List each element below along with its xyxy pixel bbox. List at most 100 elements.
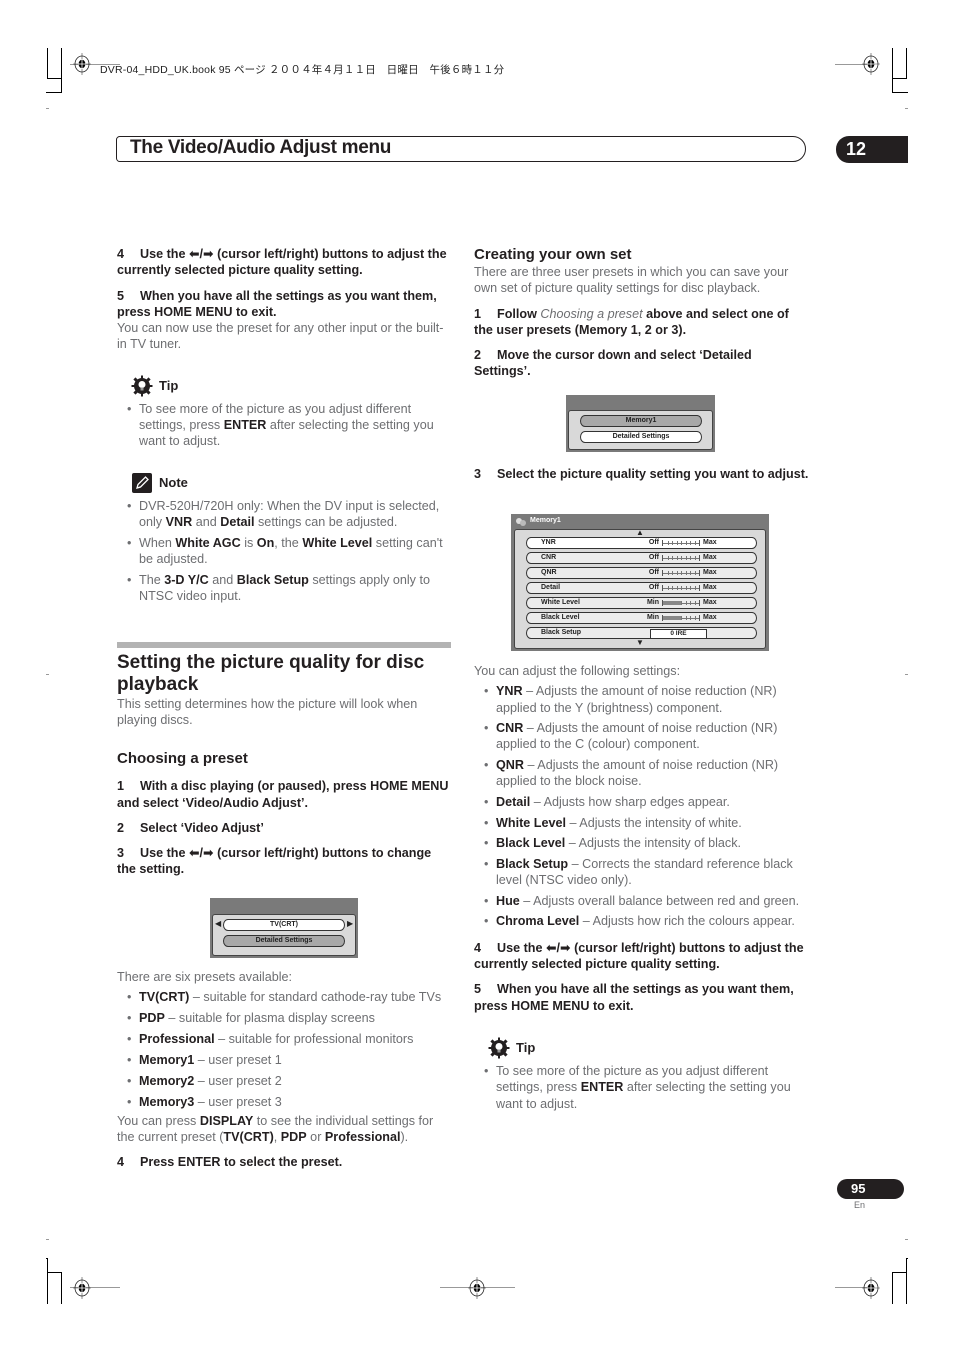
step-1: 1 Follow Choosing a preset above and sele…	[474, 306, 810, 339]
preset-value-field[interactable]: Memory1	[580, 415, 702, 427]
preset-value-field[interactable]: TV(CRT)	[223, 919, 345, 931]
osd-setting-row[interactable]: YNR Off Max	[526, 537, 757, 549]
preset-description: – suitable for professional monitors	[214, 1032, 414, 1047]
slider-tick	[672, 555, 673, 560]
step-text: Use the ⬅/➡ (cursor left/right) buttons …	[117, 247, 447, 278]
step-number: 2	[117, 820, 125, 835]
step-number: 5	[474, 982, 482, 997]
slider-min-label: Off	[648, 539, 659, 546]
section-intro: This setting determines how the picture …	[117, 696, 418, 727]
adjust-intro: You can adjust the following settings:	[474, 664, 681, 678]
bold-text: TV(CRT)	[223, 1129, 274, 1144]
setting-slider[interactable]	[662, 614, 700, 621]
crop-line	[61, 48, 62, 93]
osd-setting-row[interactable]: CNR Off Max	[526, 552, 757, 564]
setting-name: Black Level	[496, 836, 566, 851]
detailed-settings-button[interactable]: Detailed Settings	[580, 431, 702, 443]
crop-line	[892, 1272, 907, 1273]
setting-slider[interactable]	[662, 539, 700, 546]
note-item: When White AGC is On, the White Level se…	[125, 535, 453, 568]
memory-osd-screen: Memory1 Detailed Settings	[566, 395, 715, 452]
osd-setting-row[interactable]: Black Level Min Max	[526, 612, 757, 624]
setting-description: – Adjusts overall balance between red an…	[519, 893, 800, 908]
slider-tick	[672, 570, 673, 575]
detailed-settings-button[interactable]: Detailed Settings	[223, 935, 345, 947]
step-5-body: You can now use the preset for any other…	[117, 321, 444, 352]
registration-mark-icon	[862, 1277, 880, 1299]
slider-min-label: Off	[648, 584, 659, 591]
crop-line	[47, 1272, 62, 1273]
setting-value: Off Max	[645, 584, 755, 591]
setting-item: QNR – Adjusts the amount of noise reduct…	[482, 757, 810, 790]
left-arrow-icon[interactable]: ◀	[215, 919, 221, 929]
slider-tick	[681, 600, 682, 605]
osd-setting-row[interactable]: Black Setup 0 IRE	[526, 627, 757, 639]
section-heading: Setting the picture quality for disc pla…	[117, 651, 425, 695]
setting-name: YNR	[496, 684, 523, 699]
detailed-settings-osd-screen: Memory1 ▲ ▼ YNR Off Max CNR Off Max QNR Off Max D…	[511, 514, 769, 651]
slider-tick	[694, 555, 696, 560]
osd-setting-row[interactable]: QNR Off Max	[526, 567, 757, 579]
text: When	[139, 535, 176, 550]
registration-mark-icon	[73, 1277, 91, 1299]
osd-panel: Memory1 Detailed Settings	[568, 410, 713, 450]
step-4: 4 Use the ⬅/➡ (cursor left/right) buttons…	[117, 246, 453, 279]
left-column: 4 Use the ⬅/➡ (cursor left/right) buttons…	[117, 246, 453, 887]
tip-heading: Tip	[131, 375, 453, 397]
setting-slider[interactable]	[662, 599, 700, 606]
osd-setting-row[interactable]: Detail Off Max	[526, 582, 757, 594]
crop-line	[47, 78, 62, 79]
setting-slider[interactable]	[662, 584, 700, 591]
slider-tick	[667, 555, 669, 560]
osd-setting-row[interactable]: White Level Min Max	[526, 597, 757, 609]
setting-value-box[interactable]: 0 IRE	[650, 629, 707, 639]
slider-tick	[681, 615, 682, 620]
preset-name: Memory1	[139, 1052, 195, 1067]
tip-list: To see more of the picture as you adjust…	[474, 1063, 810, 1112]
section-rule	[117, 641, 451, 648]
slider-tick	[685, 585, 687, 590]
slider-tick	[681, 570, 682, 575]
setting-name: Hue	[496, 893, 520, 908]
slider-max-label: Max	[703, 584, 717, 591]
setting-label: QNR	[541, 569, 557, 576]
step-3: 3 Use the ⬅/➡ (cursor left/right) buttons…	[117, 845, 453, 878]
setting-label: Black Level	[541, 614, 580, 621]
print-file-info: DVR-04_HDD_UK.book 95 ページ ２００４年４月１１日 日曜日…	[100, 64, 505, 76]
right-arrow-icon[interactable]: ▶	[347, 919, 353, 929]
step-text: When you have all the settings as you wa…	[117, 288, 437, 319]
slider-tick	[667, 540, 669, 545]
bold-text: ENTER	[580, 1080, 624, 1095]
creating-set-heading: Creating your own set	[474, 246, 632, 263]
lightbulb-gear-icon	[131, 375, 153, 397]
step-number: 3	[117, 846, 125, 861]
step-3: 3 Select the picture quality setting you …	[474, 466, 810, 482]
step-number: 4	[117, 247, 125, 261]
preset-name: TV(CRT)	[139, 990, 190, 1005]
note-heading: Note	[131, 472, 453, 494]
bold-text: Black Setup	[236, 572, 309, 587]
slider-tick	[667, 570, 669, 575]
setting-value: Off Max	[645, 569, 755, 576]
creating-set-intro: There are three user presets in which yo…	[474, 265, 789, 296]
slider-tick	[681, 585, 682, 590]
osd-panel: ◀ TV(CRT) ▶ Detailed Settings	[212, 914, 356, 956]
crop-line	[892, 78, 907, 79]
setting-item: CNR – Adjusts the amount of noise reduct…	[482, 720, 810, 753]
step-number: 3	[474, 467, 482, 481]
step-text: Move the cursor down and select ‘Detaile…	[474, 348, 752, 379]
setting-slider[interactable]	[662, 569, 700, 576]
crop-tick	[46, 674, 49, 675]
setting-name: Black Setup	[496, 856, 569, 871]
setting-description: – Adjusts the amount of noise reduction …	[496, 721, 778, 752]
video-settings-icon	[516, 518, 526, 526]
slider-max-label: Max	[703, 614, 717, 621]
bold-text: White AGC	[175, 535, 241, 550]
setting-name: White Level	[496, 815, 566, 830]
slider-tick	[672, 585, 673, 590]
note-label: Note	[159, 474, 188, 490]
setting-slider[interactable]	[662, 554, 700, 561]
step-5: 5 When you have all the settings as you w…	[474, 981, 810, 1014]
scroll-down-icon[interactable]: ▼	[636, 638, 644, 648]
step-text: Follow	[497, 306, 541, 321]
